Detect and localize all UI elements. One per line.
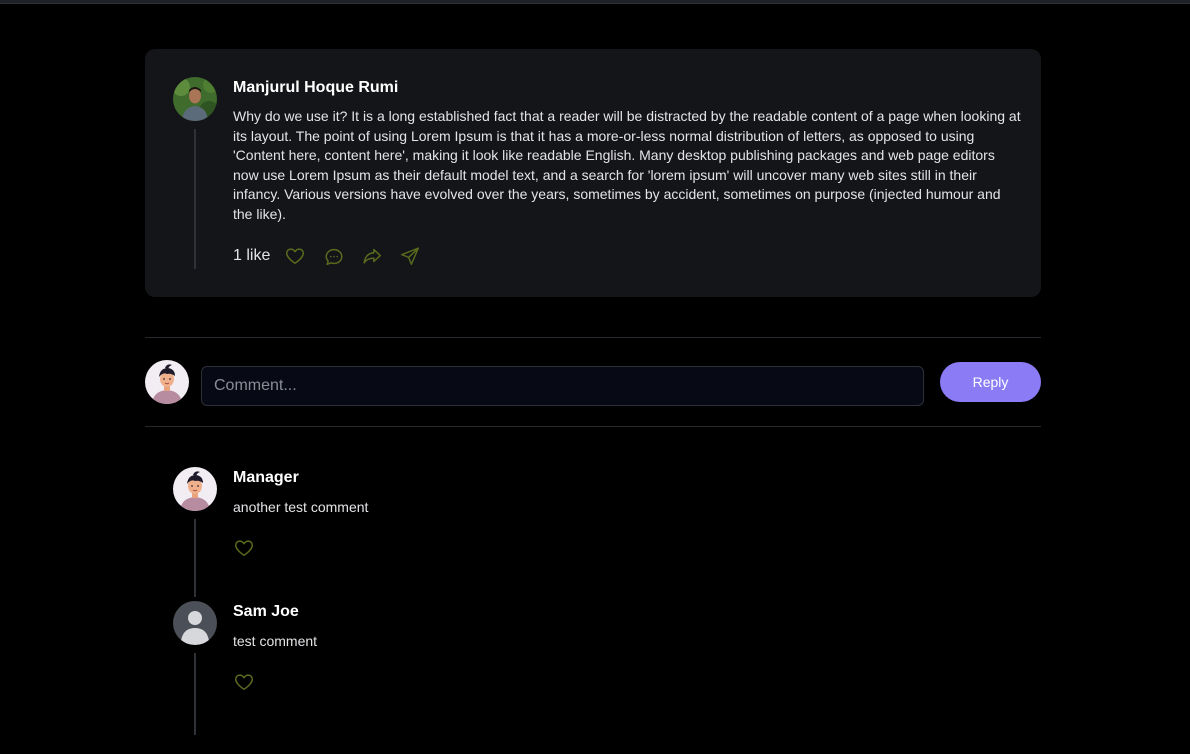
share-icon[interactable] — [361, 245, 383, 267]
post-body: Why do we use it? It is a long establish… — [233, 108, 1021, 222]
divider-top — [145, 337, 1041, 338]
thread-line — [194, 129, 196, 269]
thread-line — [194, 519, 196, 597]
heart-icon[interactable] — [233, 537, 255, 559]
window-top-border — [0, 0, 1190, 4]
send-icon[interactable] — [399, 245, 421, 267]
heart-icon[interactable] — [233, 671, 255, 693]
comment-text: another test comment — [233, 499, 369, 515]
comment-author-name[interactable]: Sam Joe — [233, 603, 299, 621]
thread-line — [194, 653, 196, 735]
comment-avatar[interactable] — [173, 601, 217, 645]
likes-count: 1 like — [233, 247, 271, 264]
divider-bottom — [145, 426, 1041, 427]
comment-author-name[interactable]: Manager — [233, 469, 299, 487]
comment-icon[interactable] — [323, 246, 345, 268]
reply-button[interactable]: Reply — [940, 362, 1041, 402]
post-author-avatar[interactable] — [173, 77, 217, 121]
comment-text: test comment — [233, 633, 318, 649]
heart-icon[interactable] — [284, 245, 306, 267]
post-card: Manjurul Hoque Rumi Why do we use it? It… — [145, 49, 1041, 297]
current-user-avatar — [145, 360, 189, 404]
comment-avatar[interactable] — [173, 467, 217, 511]
comment-input[interactable] — [201, 366, 924, 406]
post-author-name[interactable]: Manjurul Hoque Rumi — [233, 79, 398, 97]
